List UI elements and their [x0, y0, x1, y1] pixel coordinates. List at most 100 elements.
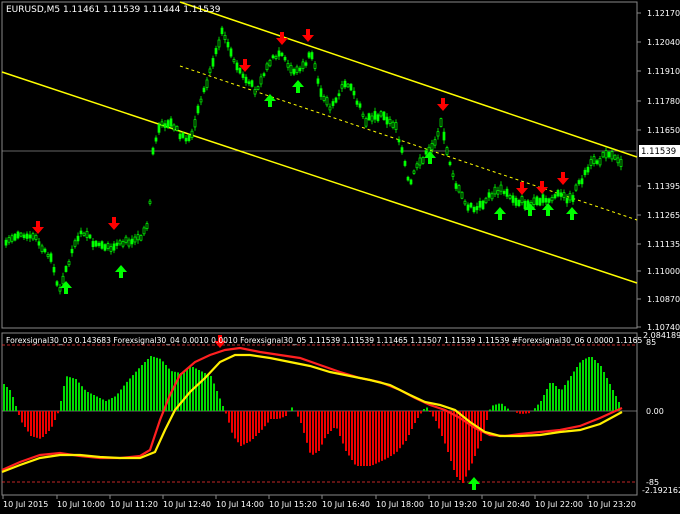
candle-body — [256, 86, 260, 90]
candle-body — [280, 52, 284, 56]
candle-body — [532, 197, 536, 205]
histogram-bar — [438, 411, 440, 429]
histogram-bar — [606, 378, 608, 411]
histogram-bar — [402, 411, 404, 445]
time-tick-label: 10 Jul 2015 — [3, 500, 48, 509]
price-pane[interactable]: EURUSD,M5 1.11461 1.11539 1.11444 1.1153… — [1, 1, 638, 329]
candle-body — [400, 147, 404, 153]
candle-body — [268, 59, 272, 67]
candle-body — [340, 84, 344, 89]
histogram-bar — [33, 411, 35, 437]
candle-body — [382, 111, 386, 121]
candle-body — [244, 76, 248, 84]
histogram-bar — [552, 383, 554, 411]
histogram-bar — [267, 411, 269, 423]
candle-body — [499, 184, 503, 192]
candle-body — [235, 62, 239, 71]
candle-body — [7, 237, 11, 243]
histogram-bar — [435, 411, 437, 421]
candle-body — [493, 186, 497, 195]
histogram-bar — [36, 411, 38, 438]
histogram-bar — [324, 411, 326, 439]
candle-body — [169, 118, 173, 127]
histogram-bar — [441, 411, 443, 436]
candle-body — [28, 234, 32, 239]
candle-body — [451, 173, 455, 177]
candle-body — [442, 131, 446, 141]
candle-body — [211, 58, 215, 67]
candle-body — [139, 235, 143, 241]
histogram-bar — [3, 384, 5, 411]
candle-body — [148, 200, 152, 204]
candle-body — [553, 194, 557, 199]
histogram-bar — [615, 396, 617, 411]
histogram-bar — [27, 411, 29, 432]
candle-body — [112, 243, 116, 251]
histogram-bar — [153, 356, 155, 411]
histogram-bar — [270, 411, 272, 419]
candle-body — [541, 194, 545, 203]
histogram-bar — [69, 377, 71, 411]
chart-canvas[interactable]: EURUSD,M5 1.11461 1.11539 1.11444 1.1153… — [0, 0, 680, 510]
histogram-bar — [336, 411, 338, 429]
candle-body — [283, 56, 287, 61]
candle-body — [607, 151, 611, 158]
time-tick-label: 10 Jul 16:40 — [322, 500, 370, 509]
candle-body — [109, 246, 113, 252]
histogram-bar — [300, 411, 302, 423]
candle-body — [502, 191, 506, 194]
histogram-bar — [111, 398, 113, 411]
candle-body — [241, 73, 245, 78]
histogram-bar — [516, 411, 518, 413]
histogram-bar — [168, 368, 170, 411]
indicator-pane[interactable]: Forexsignal30_03 0.143683 Forexsignal30_… — [1, 331, 680, 496]
candle-body — [22, 234, 26, 239]
histogram-bar — [258, 411, 260, 433]
candle-body — [349, 83, 353, 91]
candle-body — [217, 39, 221, 48]
candle-body — [421, 157, 425, 164]
histogram-bar — [195, 368, 197, 411]
histogram-bar — [576, 367, 578, 411]
time-tick-label: 10 Jul 10:00 — [57, 500, 105, 509]
histogram-bar — [15, 406, 17, 411]
candle-body — [97, 242, 101, 246]
candle-body — [286, 62, 290, 68]
candle-body — [274, 55, 278, 60]
histogram-bar — [246, 411, 248, 443]
histogram-bar — [123, 385, 125, 411]
price-tick-label: 1.11395 — [647, 182, 680, 191]
mt4-chart-window[interactable]: EURUSD,M5 1.11461 1.11539 1.11444 1.1153… — [0, 0, 680, 510]
histogram-bar — [255, 411, 257, 436]
candle-body — [25, 233, 29, 239]
histogram-bar — [102, 399, 104, 411]
histogram-bar — [72, 378, 74, 411]
histogram-bar — [588, 357, 590, 411]
candle-body — [250, 80, 254, 87]
histogram-bar — [483, 411, 485, 431]
candle-body — [73, 240, 77, 247]
histogram-bar — [360, 411, 362, 466]
price-pane-frame — [1, 1, 638, 329]
time-axis[interactable]: 10 Jul 2015 10 Jul 10:00 10 Jul 11:20 10 Ju… — [2, 495, 636, 509]
candle-body — [586, 166, 590, 173]
histogram-bar — [528, 411, 530, 414]
time-tick-label: 10 Jul 15:20 — [269, 500, 317, 509]
histogram-bar — [99, 398, 101, 411]
candle-body — [88, 234, 92, 239]
candle-body — [355, 100, 359, 105]
histogram-bar — [162, 361, 164, 411]
time-tick-label: 10 Jul 12:40 — [163, 500, 211, 509]
candle-body — [562, 192, 566, 198]
candle-body — [367, 113, 371, 121]
histogram-bar — [81, 386, 83, 411]
histogram-bar — [84, 389, 86, 411]
price-axis[interactable]: 1.12170 1.12040 1.11910 1.11780 1.11650 1.113… — [637, 9, 680, 332]
histogram-bar — [447, 411, 449, 452]
histogram-bar — [189, 366, 191, 411]
price-tick-label: 1.12040 — [647, 38, 680, 47]
histogram-bar — [600, 366, 602, 411]
candle-body — [202, 87, 206, 93]
candle-body — [325, 97, 329, 106]
candle-body — [409, 179, 413, 185]
